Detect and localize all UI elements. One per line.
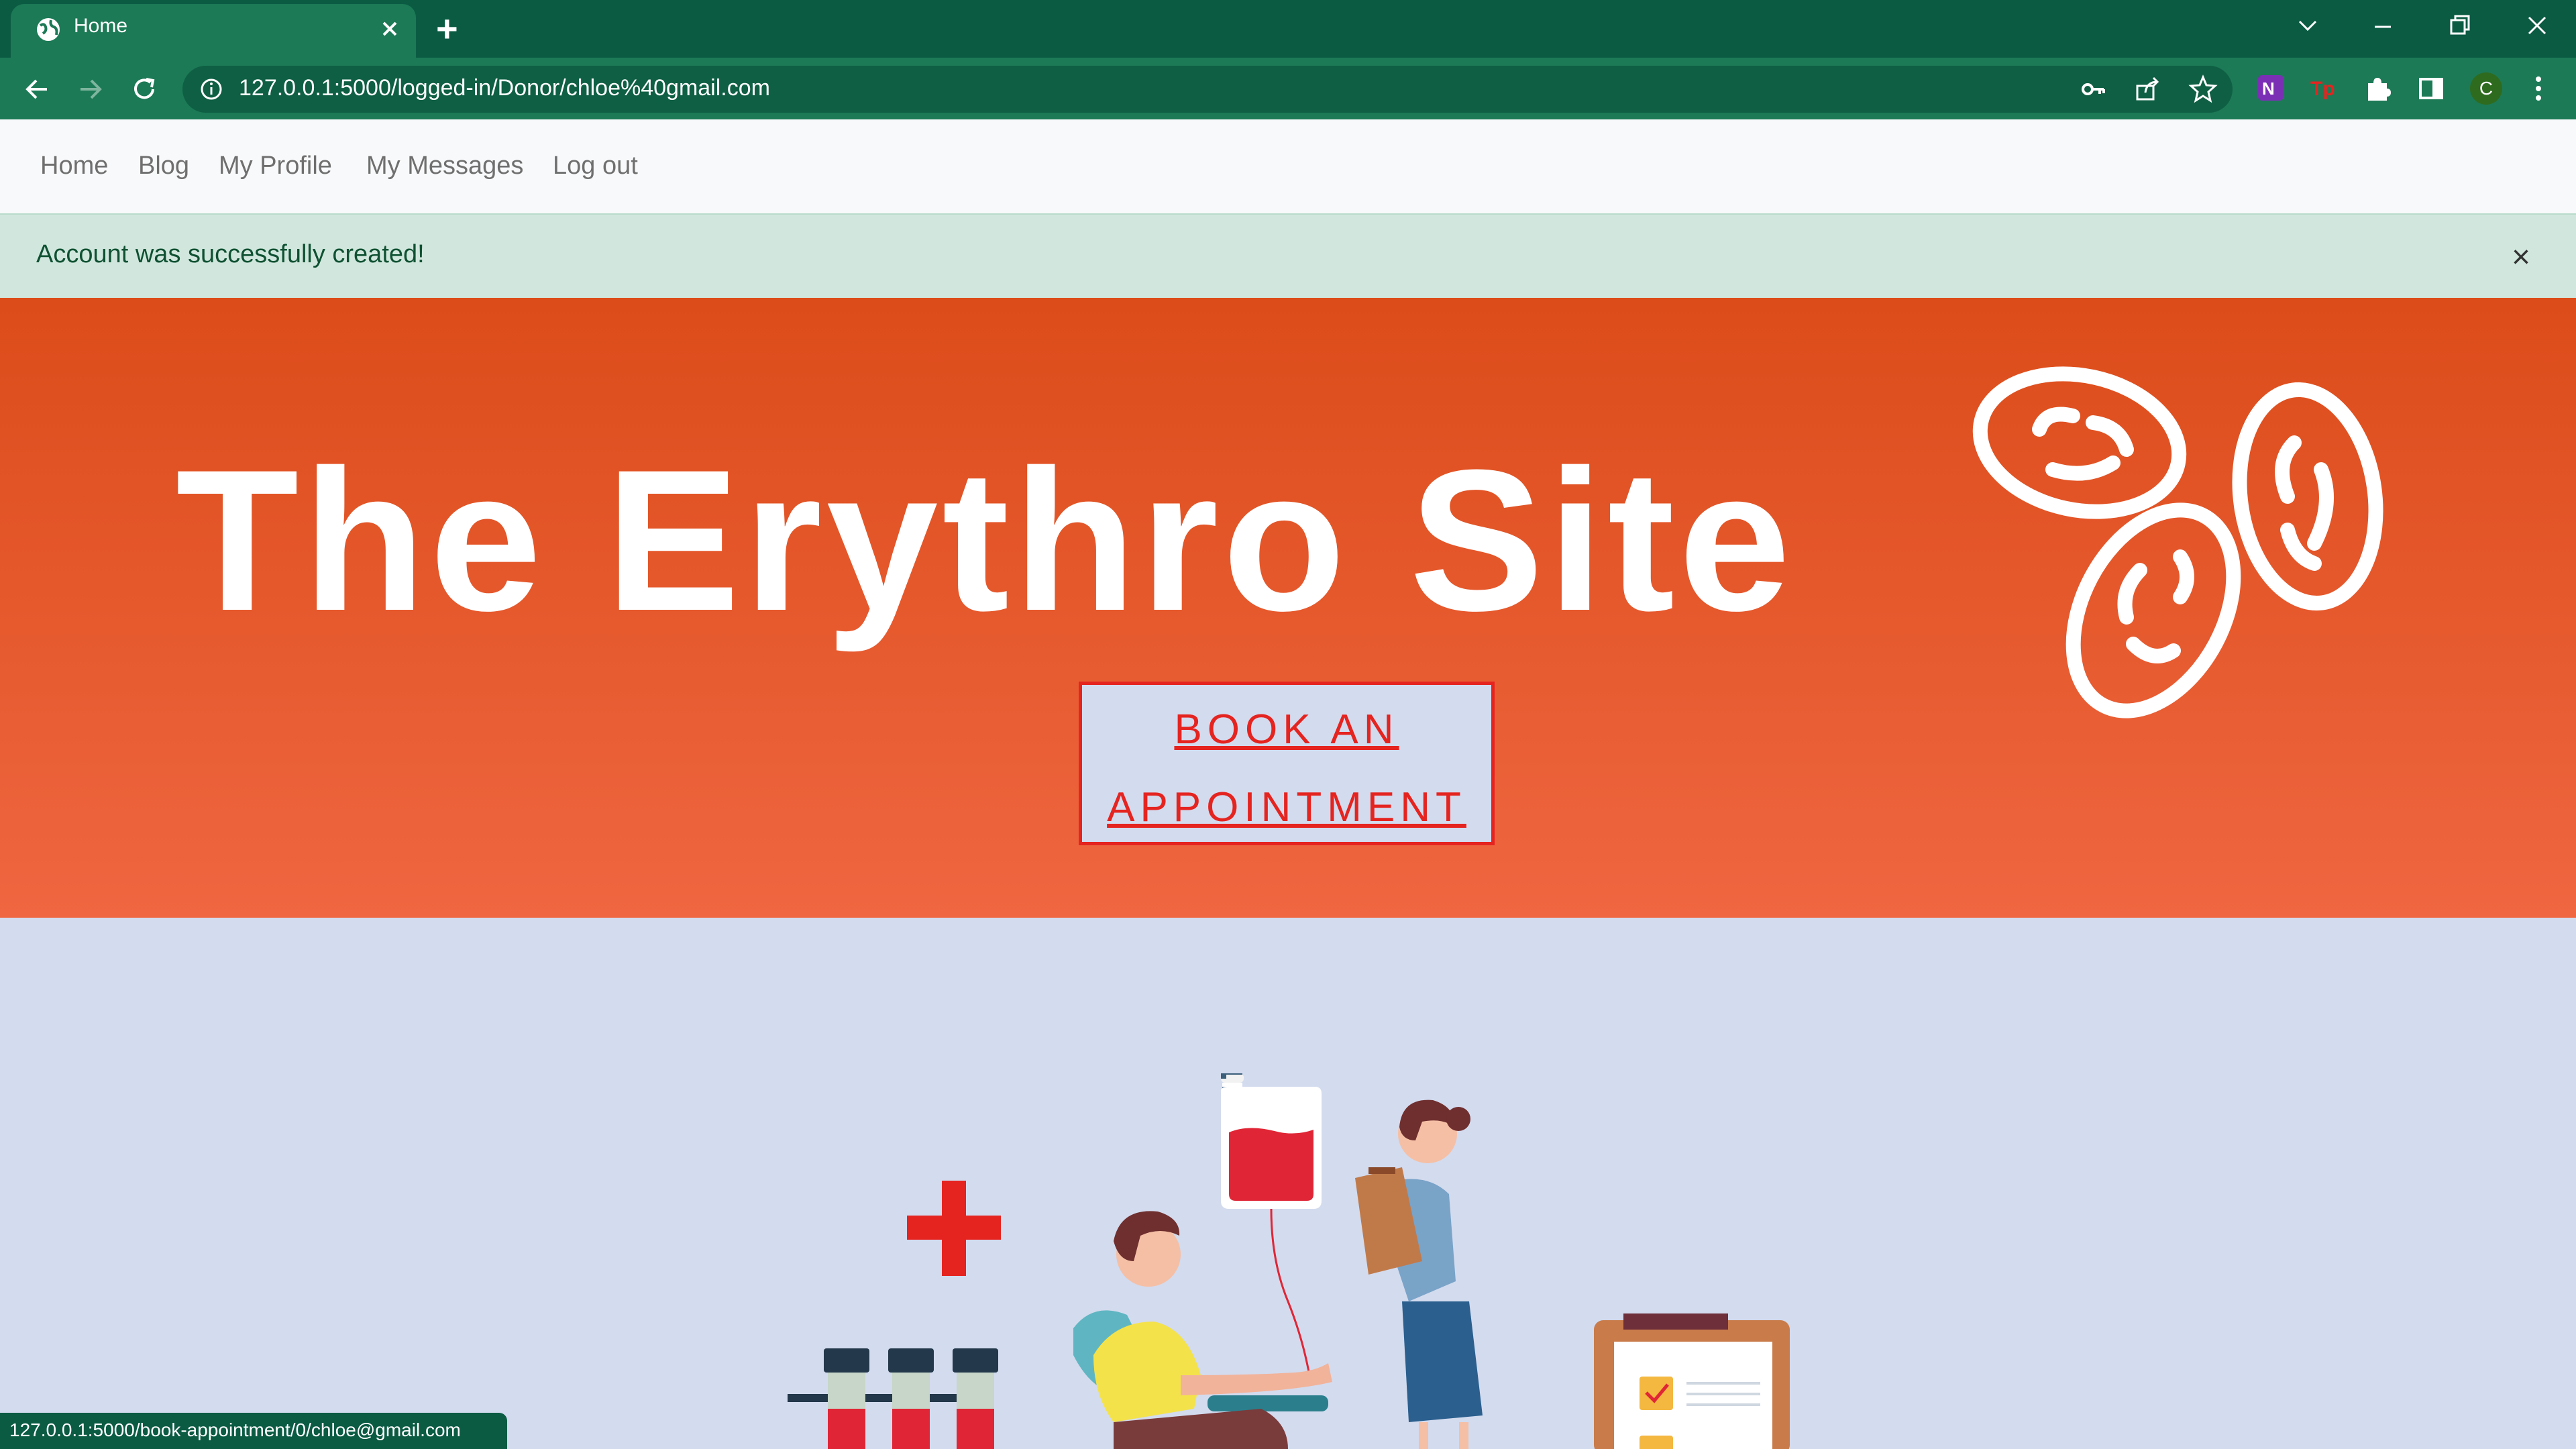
alert-close-button[interactable]: × [2512, 241, 2530, 274]
restore-icon[interactable] [2446, 12, 2473, 39]
onenote-icon[interactable]: N [2255, 72, 2286, 103]
star-icon[interactable] [2188, 74, 2218, 103]
info-icon[interactable] [199, 76, 224, 102]
reload-icon[interactable] [129, 74, 160, 105]
nav-my-messages[interactable]: My Messages [366, 152, 523, 180]
blood-cell-icon [1972, 366, 2383, 718]
minimize-icon[interactable] [2369, 13, 2396, 40]
sidepanel-icon[interactable] [2416, 74, 2446, 103]
alert-message: Account was successfully created! [36, 240, 425, 268]
book-button-line1: BOOK AN [1174, 706, 1399, 753]
key-icon[interactable] [2080, 75, 2108, 103]
book-button-line2: APPOINTMENT [1107, 784, 1466, 830]
globe-icon [37, 18, 60, 41]
chevron-down-icon[interactable] [2294, 16, 2321, 36]
medical-cross-icon [907, 1181, 1001, 1276]
url-text[interactable]: 127.0.0.1:5000/logged-in/Donor/chloe%40g… [239, 75, 770, 101]
share-icon[interactable] [2133, 75, 2161, 103]
svg-text:N: N [2262, 78, 2275, 99]
status-url: 127.0.0.1:5000/book-appointment/0/chloe@… [9, 1419, 461, 1440]
plus-icon[interactable]: + [436, 7, 458, 50]
hero-title: The Erythro Site [176, 427, 1795, 653]
nav-blog[interactable]: Blog [138, 152, 189, 180]
close-icon[interactable] [380, 19, 400, 39]
browser-tab[interactable] [11, 4, 416, 58]
menu-icon[interactable] [2528, 74, 2549, 103]
tab-title: Home [74, 15, 128, 37]
nav-home[interactable]: Home [40, 152, 108, 180]
profile-avatar[interactable]: C [2470, 72, 2502, 105]
nav-my-profile[interactable]: My Profile [219, 152, 332, 180]
blood-donation-illustration [788, 1073, 1790, 1449]
forward-icon[interactable] [75, 74, 106, 105]
window-close-icon[interactable] [2524, 12, 2551, 39]
nav-log-out[interactable]: Log out [553, 152, 638, 180]
back-icon[interactable] [21, 74, 52, 105]
tp-icon[interactable]: Tp [2309, 72, 2340, 103]
svg-text:Tp: Tp [2310, 78, 2335, 100]
book-appointment-button[interactable]: BOOK AN APPOINTMENT [1079, 682, 1495, 845]
puzzle-icon[interactable] [2363, 74, 2392, 103]
